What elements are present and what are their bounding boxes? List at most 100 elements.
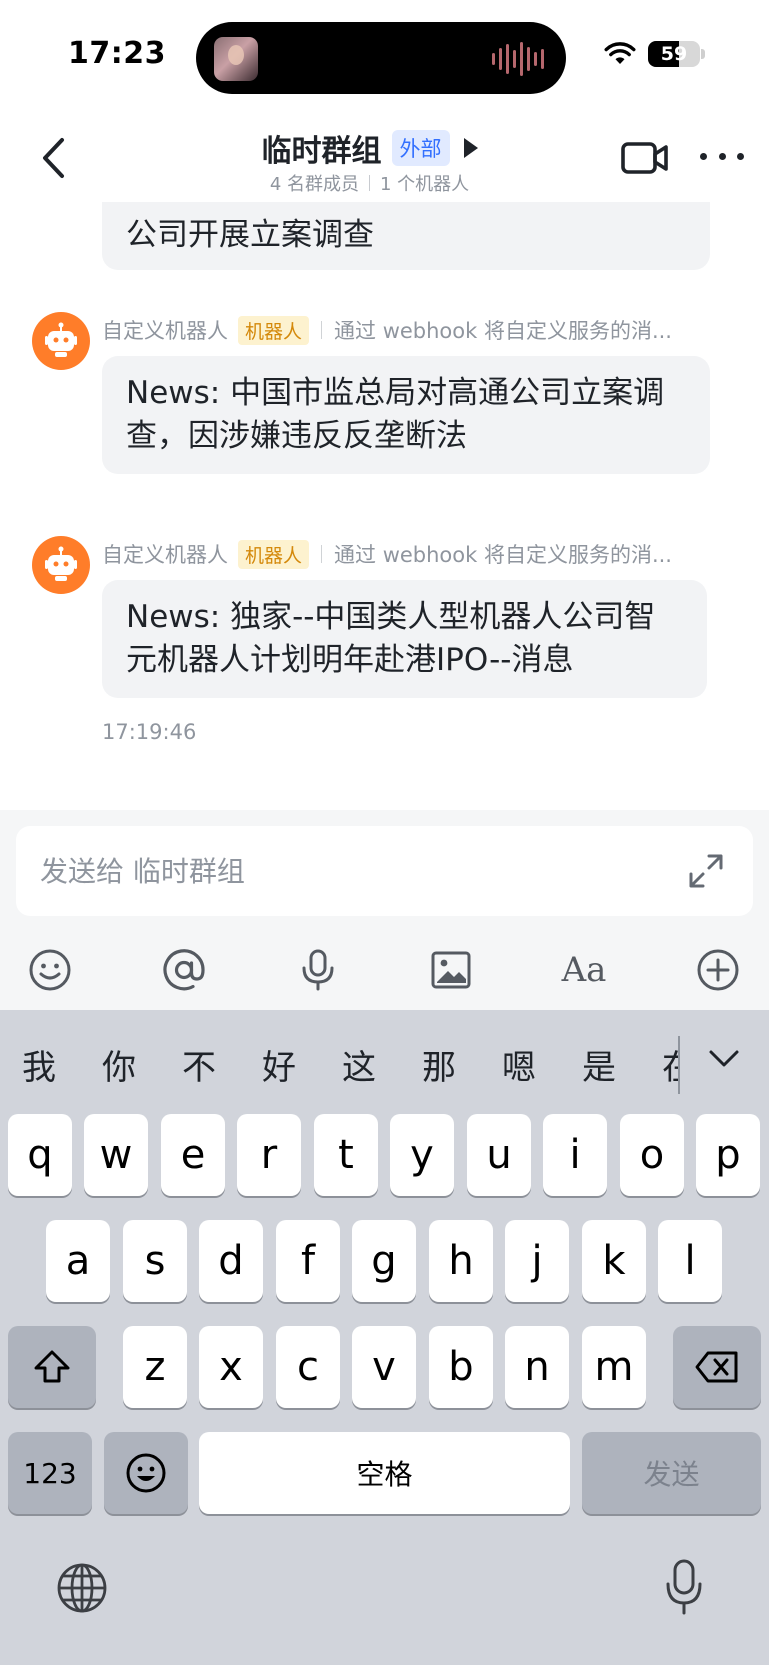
bot-badge: 机器人 [238,539,310,569]
key-t[interactable]: t [314,1114,378,1196]
send-key[interactable]: 发送 [582,1432,761,1514]
composer-toolbar: Aa [0,926,769,1006]
battery-tip [701,49,705,59]
message-bubble[interactable]: News: 中国市监总局对高通公司立案调查，因涉嫌违反反垄断法 [102,356,710,474]
more-icon[interactable] [700,146,744,166]
candidate-bar: 我 你 不 好 这 那 嗯 是 在 [0,1010,769,1110]
status-bar: 17:23 59 [0,0,769,110]
key-f[interactable]: f [276,1220,340,1302]
add-icon[interactable] [694,946,742,994]
key-k[interactable]: k [582,1220,646,1302]
key-u[interactable]: u [467,1114,531,1196]
shift-key[interactable] [8,1326,96,1408]
key-h[interactable]: h [429,1220,493,1302]
expand-icon[interactable] [687,852,725,890]
battery-icon: 59 [648,41,700,67]
globe-icon[interactable] [56,1562,108,1614]
divider [678,1036,680,1094]
bot-count: 1 个机器人 [380,174,470,195]
key-g[interactable]: g [352,1220,416,1302]
member-count: 4 名群成员 [269,174,359,195]
dictation-mic-icon[interactable] [664,1558,704,1616]
message-timestamp: 17:19:46 [102,720,197,744]
emoji-icon[interactable] [26,946,74,994]
robot-icon [45,322,77,357]
robot-icon [45,546,77,581]
message-text: News: 独家--中国类人型机器人公司智元机器人计划明年赴港IPO--消息 [126,599,656,678]
play-icon[interactable] [463,138,478,158]
candidate-word[interactable]: 嗯 [502,1040,536,1089]
divider [321,545,323,563]
delete-icon [695,1351,738,1383]
message-list[interactable]: 公司开展立案调查 自定义机器人 机器人 通过 webhook 将自定义服务的消.… [0,110,769,810]
key-e[interactable]: e [161,1114,225,1196]
video-call-icon[interactable] [620,138,670,178]
status-time: 17:23 [68,36,166,71]
candidate-word[interactable]: 是 [582,1040,616,1089]
bot-description: 通过 webhook 将自定义服务的消... [334,319,672,343]
emoji-key[interactable] [104,1432,188,1514]
delete-key[interactable] [673,1326,761,1408]
key-c[interactable]: c [276,1326,340,1408]
key-q[interactable]: q [8,1114,72,1196]
message-input[interactable] [40,826,660,916]
key-m[interactable]: m [582,1326,646,1408]
candidate-word[interactable]: 好 [262,1040,296,1089]
wifi-icon [604,42,636,64]
message-text: 公司开展立案调查 [126,217,374,253]
key-i[interactable]: i [543,1114,607,1196]
candidate-word[interactable]: 这 [342,1040,376,1089]
key-o[interactable]: o [620,1114,684,1196]
bot-avatar[interactable] [32,312,90,370]
bot-badge: 机器人 [238,315,310,345]
message-bubble[interactable]: News: 独家--中国类人型机器人公司智元机器人计划明年赴港IPO--消息 [102,580,707,698]
bot-description: 通过 webhook 将自定义服务的消... [334,543,672,567]
key-z[interactable]: z [123,1326,187,1408]
voice-icon[interactable] [294,946,342,994]
message-input-box[interactable] [16,826,753,916]
group-title[interactable]: 临时群组 [262,126,382,170]
divider [369,175,370,191]
key-y[interactable]: y [390,1114,454,1196]
mention-icon[interactable] [160,946,208,994]
font-format-icon[interactable]: Aa [560,946,608,994]
key-b[interactable]: b [429,1326,493,1408]
key-n[interactable]: n [505,1326,569,1408]
sender-name[interactable]: 自定义机器人 [102,539,228,569]
dynamic-island[interactable] [196,22,566,94]
key-v[interactable]: v [352,1326,416,1408]
key-l[interactable]: l [658,1220,722,1302]
image-icon[interactable] [427,946,475,994]
battery-level: 59 [660,43,688,65]
now-playing-icon[interactable] [214,37,258,81]
key-r[interactable]: r [237,1114,301,1196]
numbers-key[interactable]: 123 [8,1432,92,1514]
sender-line: 自定义机器人 机器人 通过 webhook 将自定义服务的消... [102,537,672,571]
key-a[interactable]: a [46,1220,110,1302]
external-badge: 外部 [391,130,450,166]
candidate-word[interactable]: 那 [422,1040,456,1089]
space-key[interactable]: 空格 [199,1432,570,1514]
key-w[interactable]: w [84,1114,148,1196]
candidate-word[interactable]: 你 [102,1040,136,1089]
emoji-key-icon [126,1453,166,1493]
key-d[interactable]: d [199,1220,263,1302]
shift-icon [34,1350,70,1383]
keyboard: 我 你 不 好 这 那 嗯 是 在 q w e r t y u i o p a … [0,1010,769,1665]
divider [321,321,323,339]
candidate-word[interactable]: 在 [662,1040,678,1089]
message-text: News: 中国市监总局对高通公司立案调查，因涉嫌违反反垄断法 [126,375,665,454]
bot-avatar[interactable] [32,536,90,594]
composer: Aa [0,810,769,1010]
chat-header: 临时群组 外部 4 名群成员 1 个机器人 [0,110,769,202]
key-s[interactable]: s [123,1220,187,1302]
collapse-candidates-icon[interactable] [708,1048,740,1070]
sender-line: 自定义机器人 机器人 通过 webhook 将自定义服务的消... [102,313,672,347]
sender-name[interactable]: 自定义机器人 [102,315,228,345]
candidate-word[interactable]: 我 [22,1040,56,1089]
key-j[interactable]: j [505,1220,569,1302]
audio-wave-icon [492,42,544,76]
key-p[interactable]: p [696,1114,760,1196]
candidate-word[interactable]: 不 [182,1040,216,1089]
key-x[interactable]: x [199,1326,263,1408]
